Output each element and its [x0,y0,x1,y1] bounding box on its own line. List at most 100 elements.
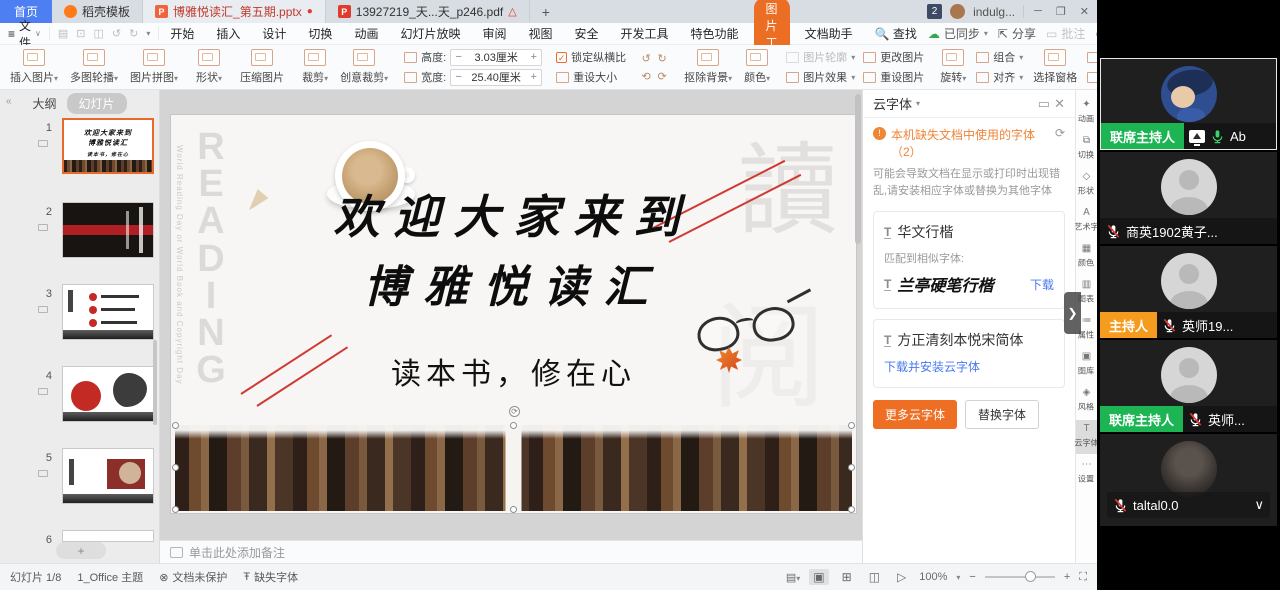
tab-presentation[interactable]: P 博雅悦读汇_第五期.pptx ● [143,0,326,23]
zoom-out-button[interactable]: − [969,571,975,583]
strip-style[interactable]: ◈风格 [1076,384,1098,418]
close-panel-icon[interactable]: ✕ [1054,96,1065,112]
reading-view-icon[interactable]: ◫ [865,569,884,585]
notification-badge[interactable]: 2 [927,4,942,19]
selection-pane-button[interactable]: 选择窗格 [1027,47,1083,87]
theme-name[interactable]: 1_Office 主题 [77,569,143,585]
rotate-right-icon[interactable]: ↻ [658,52,667,65]
rotate-handle[interactable]: ⟳ [509,406,520,417]
menu-design[interactable]: 设计 [251,25,297,42]
collapse-sidebar-icon[interactable]: « [6,96,12,107]
selection-handle[interactable] [848,464,855,471]
participant-tile[interactable]: 联席主持人 Ab [1100,58,1277,150]
tab-docer-templates[interactable]: 稻壳模板 [52,0,143,23]
preview-icon[interactable]: ◫ [94,27,104,40]
send-backward-button[interactable]: 下移一层▾ [1087,68,1097,86]
strip-wordart[interactable]: A艺术字 [1076,204,1098,238]
canvas-scrollbar[interactable] [855,94,861,244]
new-tab-button[interactable]: + [530,0,562,23]
participant-tile[interactable]: 主持人 英师19... [1100,246,1277,338]
slide-sorter-icon[interactable]: ⊞ [838,569,856,585]
participant-tile[interactable]: taltal0.0 ∨ [1100,434,1277,526]
sync-status[interactable]: ☁ 已同步 ▾ [928,25,988,42]
share-button[interactable]: ⇱ 分享 [998,25,1036,42]
add-slide-button[interactable]: + [56,542,106,559]
group-button[interactable]: 组合▾ [976,48,1023,66]
chevron-down-icon[interactable]: ▾ [916,99,920,108]
crop-button[interactable]: 裁剪▾ [296,47,334,87]
selection-handle[interactable] [172,506,179,513]
search-menu[interactable]: 🔍 查找 [864,25,928,42]
participant-tile[interactable]: 商英1902黄子... [1100,152,1277,244]
books-image-selected[interactable] [175,425,852,511]
picture-collage-button[interactable]: 图片拼图▾ [124,47,184,87]
minimize-button[interactable]: ─ [1034,5,1042,18]
strip-shapes[interactable]: ◇形状 [1076,168,1098,202]
participant-tile[interactable]: 联席主持人 英师... [1100,340,1277,432]
strip-settings[interactable]: ⋯设置 [1076,456,1098,490]
zoom-in-button[interactable]: + [1064,571,1070,583]
print-icon[interactable]: ⊡ [76,27,85,40]
undo-icon[interactable]: ↺ [112,27,121,40]
menu-slideshow[interactable]: 幻灯片放映 [389,25,471,42]
menu-review[interactable]: 审阅 [471,25,517,42]
rotate-left-icon[interactable]: ↺ [642,52,651,65]
multi-picture-button[interactable]: 多图轮播▾ [64,47,124,87]
align-button[interactable]: 对齐▾ [976,68,1023,86]
notes-toggle-icon[interactable]: ▤▾ [786,571,800,584]
height-stepper[interactable]: −3.03厘米+ [450,49,542,66]
refresh-icon[interactable]: ⟳ [1055,126,1065,140]
color-button[interactable]: 颜色▾ [738,47,776,87]
menu-insert[interactable]: 插入 [205,25,251,42]
compress-picture-button[interactable]: 压缩图片 [234,47,290,87]
menu-transition[interactable]: 切换 [297,25,343,42]
selection-handle[interactable] [510,422,517,429]
tab-pdf[interactable]: P 13927219_天...天_p246.pdf △ [326,0,530,23]
zoom-slider-knob[interactable] [1025,571,1036,582]
replace-font-button[interactable]: 替换字体 [965,400,1039,429]
save-icon[interactable]: ▤ [58,27,68,40]
menu-devtools[interactable]: 开发工具 [610,25,680,42]
bring-forward-button[interactable]: 上移一层▾ [1087,48,1097,66]
username[interactable]: indulg... [973,5,1015,19]
lock-aspect-ratio-checkbox[interactable]: ✓锁定纵横比 [556,48,626,66]
notes-bar[interactable]: 单击此处添加备注 [160,540,862,563]
selection-handle[interactable] [172,422,179,429]
strip-color[interactable]: ▦颜色 [1076,240,1098,274]
panel-collapse-handle[interactable]: ❯ [1064,292,1081,334]
rotate-button[interactable]: 旋转▾ [934,47,972,87]
sidebar-scrollbar[interactable] [153,340,157,425]
width-stepper[interactable]: −25.40厘米+ [450,69,542,86]
strip-animation[interactable]: ✦动画 [1076,96,1098,130]
menu-view[interactable]: 视图 [517,25,563,42]
more-cloud-fonts-button[interactable]: 更多云字体 [873,400,957,429]
slides-tab[interactable]: 幻灯片 [67,93,127,114]
strip-gallery[interactable]: ▣图库 [1076,348,1098,382]
selection-handle[interactable] [848,422,855,429]
reset-picture-button[interactable]: 重设图片 [863,68,924,86]
insert-picture-button[interactable]: 插入图片▾ [4,47,64,87]
user-avatar[interactable] [950,4,965,19]
reset-size-button[interactable]: 重设大小 [556,68,626,86]
slide-editing-area[interactable]: READING World Reading Day or World Book … [171,115,856,513]
zoom-level[interactable]: 100% [919,571,947,583]
menu-animation[interactable]: 动画 [343,25,389,42]
menu-security[interactable]: 安全 [564,25,610,42]
selection-handle[interactable] [510,506,517,513]
flip-horizontal-icon[interactable]: ⟲ [642,70,651,83]
creative-crop-button[interactable]: 创意裁剪▾ [334,47,394,87]
normal-view-icon[interactable]: ▣ [809,569,828,585]
remove-background-button[interactable]: 抠除背景▾ [678,47,738,87]
shapes-button[interactable]: 形状▾ [190,47,228,87]
change-picture-button[interactable]: 更改图片 [863,48,924,66]
protection-status[interactable]: ⊗ 文档未保护 [159,569,227,585]
menu-doc-assistant[interactable]: 文档助手 [794,25,864,42]
outline-tab[interactable]: 大纲 [32,95,56,112]
strip-transition[interactable]: ⧉切换 [1076,132,1098,166]
close-button[interactable]: ✕ [1080,5,1089,18]
selection-handle[interactable] [848,506,855,513]
restore-button[interactable]: ❐ [1056,5,1066,18]
slide-title-line1[interactable]: 欢迎大家来到 [171,181,856,247]
strip-cloud-fonts[interactable]: T云字体 [1076,420,1098,454]
feedback-icon[interactable]: ▭ [1038,96,1050,112]
